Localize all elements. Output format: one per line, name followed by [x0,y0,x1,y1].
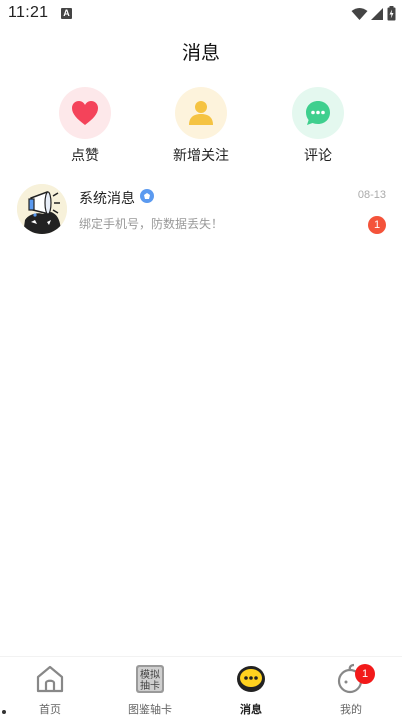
tab-cards[interactable]: 模拟 抽卡 图鉴轴卡 [100,663,200,717]
home-icon [36,665,64,693]
tab-cards-label: 图鉴轴卡 [128,704,172,716]
tab-messages[interactable]: 消息 [201,663,301,717]
message-sender: 系统消息 [79,190,135,206]
likes-label: 点赞 [71,147,99,163]
person-icon [189,101,213,125]
notification-icon: A [61,8,72,19]
avatar [17,184,67,234]
status-bar: 11:21 A [0,0,402,28]
chat-bubble-icon [306,101,330,125]
tab-profile[interactable]: 我的 [301,663,401,717]
message-preview: 绑定手机号，防数据丢失！ [79,217,224,231]
comments-label: 评论 [304,147,332,163]
comments-entry[interactable]: 评论 [263,87,373,165]
status-icons [351,6,396,21]
profile-badge: 1 [355,664,375,684]
bottom-tab-bar: 首页 模拟 抽卡 图鉴轴卡 消息 我的 [0,656,402,717]
corner-indicator [2,710,6,714]
unread-badge: 1 [368,216,386,234]
tab-messages-label: 消息 [240,704,262,716]
page-title: 消息 [181,43,220,64]
battery-icon [387,6,396,21]
comments-icon-circle [292,87,344,139]
followers-icon-circle [175,87,227,139]
likes-icon-circle [59,87,111,139]
message-icon [237,666,265,692]
new-followers-entry[interactable]: 新增关注 [146,87,256,165]
tab-profile-label: 我的 [340,704,362,716]
new-followers-label: 新增关注 [173,147,229,163]
tab-home-label: 首页 [39,704,61,716]
heart-icon [72,101,98,125]
likes-entry[interactable]: 点赞 [30,87,140,165]
status-time: 11:21 [8,4,49,21]
svg-text:模拟: 模拟 [140,668,160,681]
message-date: 08-13 [357,189,386,201]
card-icon: 模拟 抽卡 [136,665,164,693]
verified-icon [140,189,154,203]
wifi-icon [351,7,368,20]
megaphone-avatar-icon [17,184,67,234]
list-item[interactable]: 系统消息 08-13 绑定手机号，防数据丢失！ 1 [0,180,402,242]
signal-icon [371,7,383,20]
svg-text:抽卡: 抽卡 [140,679,160,692]
tab-home[interactable]: 首页 [0,663,100,717]
